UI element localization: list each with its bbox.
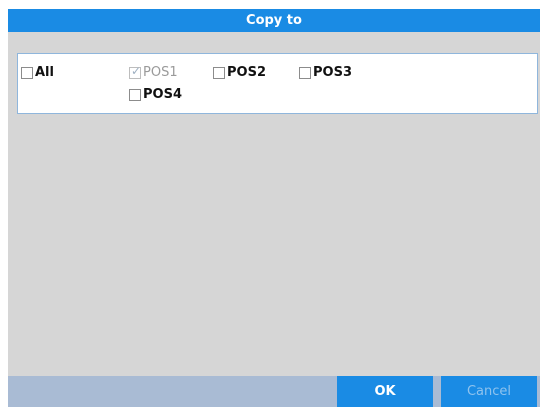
checkbox-pos4-label: POS4 [143, 87, 182, 102]
checkbox-pos1-box: ✓ [129, 63, 142, 79]
pos-selection-panel: All ✓ POS1 POS2 POS3 POS4 [17, 53, 538, 114]
checkbox-pos3[interactable]: POS3 [299, 65, 352, 80]
ok-button[interactable]: OK [337, 376, 433, 407]
checkbox-pos4[interactable]: POS4 [129, 87, 182, 102]
dialog-title: Copy to [8, 9, 540, 32]
checkbox-pos2[interactable]: POS2 [213, 65, 266, 80]
cancel-button[interactable]: Cancel [441, 376, 537, 407]
checkbox-pos2-label: POS2 [227, 65, 266, 80]
copy-to-dialog: Copy to All ✓ POS1 POS2 POS3 POS4 OK Can… [8, 9, 540, 407]
checkbox-all-box[interactable] [21, 66, 33, 79]
checkbox-pos3-box[interactable] [299, 66, 311, 79]
checkbox-all-label: All [35, 65, 54, 80]
dialog-footer: OK Cancel [8, 376, 540, 407]
checkbox-pos3-label: POS3 [313, 65, 352, 80]
checkbox-all[interactable]: All [21, 65, 54, 80]
checkbox-pos4-box[interactable] [129, 88, 141, 101]
checkbox-pos1-label: POS1 [143, 65, 178, 80]
checkmark-icon: ✓ [130, 63, 142, 78]
checkbox-pos2-box[interactable] [213, 66, 225, 79]
checkbox-pos1: ✓ POS1 [129, 65, 178, 80]
